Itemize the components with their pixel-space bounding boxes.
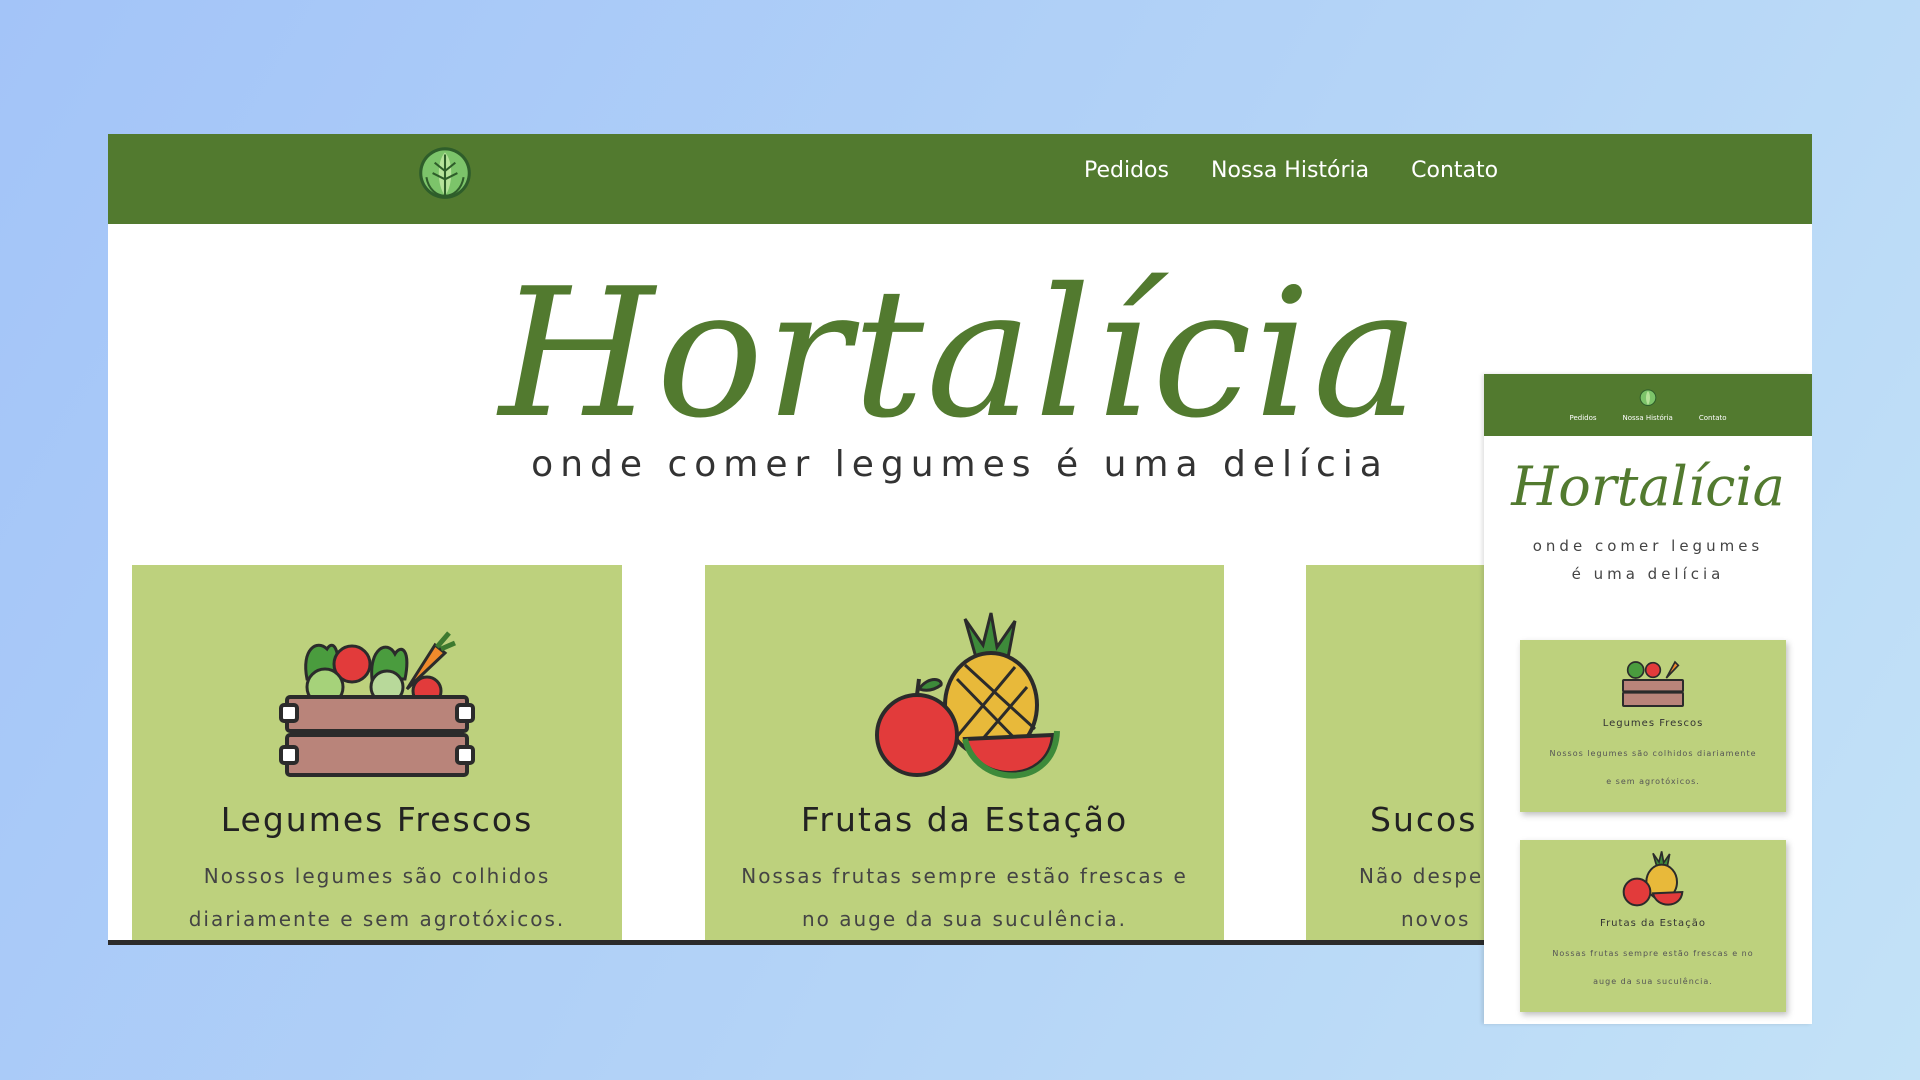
card-text: Nossos legumes são colhidos diariamente … [132,855,622,941]
mobile-nav-link-nossa-historia[interactable]: Nossa História [1623,414,1673,422]
card-text-line: Nossos legumes são colhidos [203,864,551,888]
vegetable-crate-icon [279,631,475,777]
mobile-nav-link-pedidos[interactable]: Pedidos [1569,414,1596,422]
mobile-navbar: Pedidos Nossa História Contato [1484,374,1812,436]
mobile-nav-links: Pedidos Nossa História Contato [1484,414,1812,422]
mobile-hero-tagline: onde comer legumes é uma delícia [1484,532,1812,588]
card-text: Não desper novos [1359,855,1493,941]
card-title: Frutas da Estação [800,800,1129,839]
nav-link-contato[interactable]: Contato [1411,158,1498,183]
mobile-nav-link-contato[interactable]: Contato [1699,414,1727,422]
mobile-card-text-line: auge da sua suculência. [1593,977,1713,986]
cabbage-icon[interactable] [414,140,476,202]
nav-links: Pedidos Nossa História Contato [1084,158,1498,183]
nav-link-nossa-historia[interactable]: Nossa História [1211,158,1369,183]
mobile-card-frutas-da-estacao: Frutas da Estação Nossas frutas sempre e… [1520,840,1786,1012]
mobile-tagline-line: é uma delícia [1571,565,1725,583]
mobile-card-legumes-frescos: Legumes Frescos Nossos legumes são colhi… [1520,640,1786,812]
card-legumes-frescos: Legumes Frescos Nossos legumes são colhi… [132,565,622,945]
nav-link-pedidos[interactable]: Pedidos [1084,158,1169,183]
mobile-card-text-line: e sem agrotóxicos. [1606,777,1700,786]
card-text-line: no auge da sua suculência. [801,907,1128,931]
card-text-line: Não desper [1359,864,1494,888]
vegetable-crate-icon [1622,660,1684,707]
card-text-line: diariamente e sem agrotóxicos. [188,907,566,931]
mobile-card-text-line: Nossos legumes são colhidos diariamente [1549,749,1757,758]
mobile-card-title: Frutas da Estação [1600,918,1706,929]
card-text-line: Nossas frutas sempre estão frescas e [741,864,1188,888]
card-frutas-da-estacao: Frutas da Estação Nossas frutas sempre e… [705,565,1224,945]
navbar: Pedidos Nossa História Contato [108,134,1812,224]
mobile-card-text: Nossos legumes são colhidos diariamente … [1520,740,1786,796]
card-title: Sucos [1370,800,1478,839]
card-title: Legumes Frescos [220,800,534,839]
pineapple-apple-watermelon-icon [874,612,1060,779]
pineapple-apple-watermelon-icon [1622,851,1684,907]
card-text: Nossas frutas sempre estão frescas e no … [705,855,1224,941]
mobile-card-title: Legumes Frescos [1602,718,1704,729]
mobile-hero-title: Hortalícia [1511,455,1785,518]
card-text-line: novos [1401,907,1471,931]
mobile-card-text-line: Nossas frutas sempre estão frescas e no [1552,949,1754,958]
cabbage-icon[interactable] [1638,387,1658,407]
mobile-card-text: Nossas frutas sempre estão frescas e no … [1520,940,1786,996]
mobile-tagline-line: onde comer legumes [1532,537,1764,555]
mobile-preview: Pedidos Nossa História Contato Hortalíci… [1484,374,1812,1024]
